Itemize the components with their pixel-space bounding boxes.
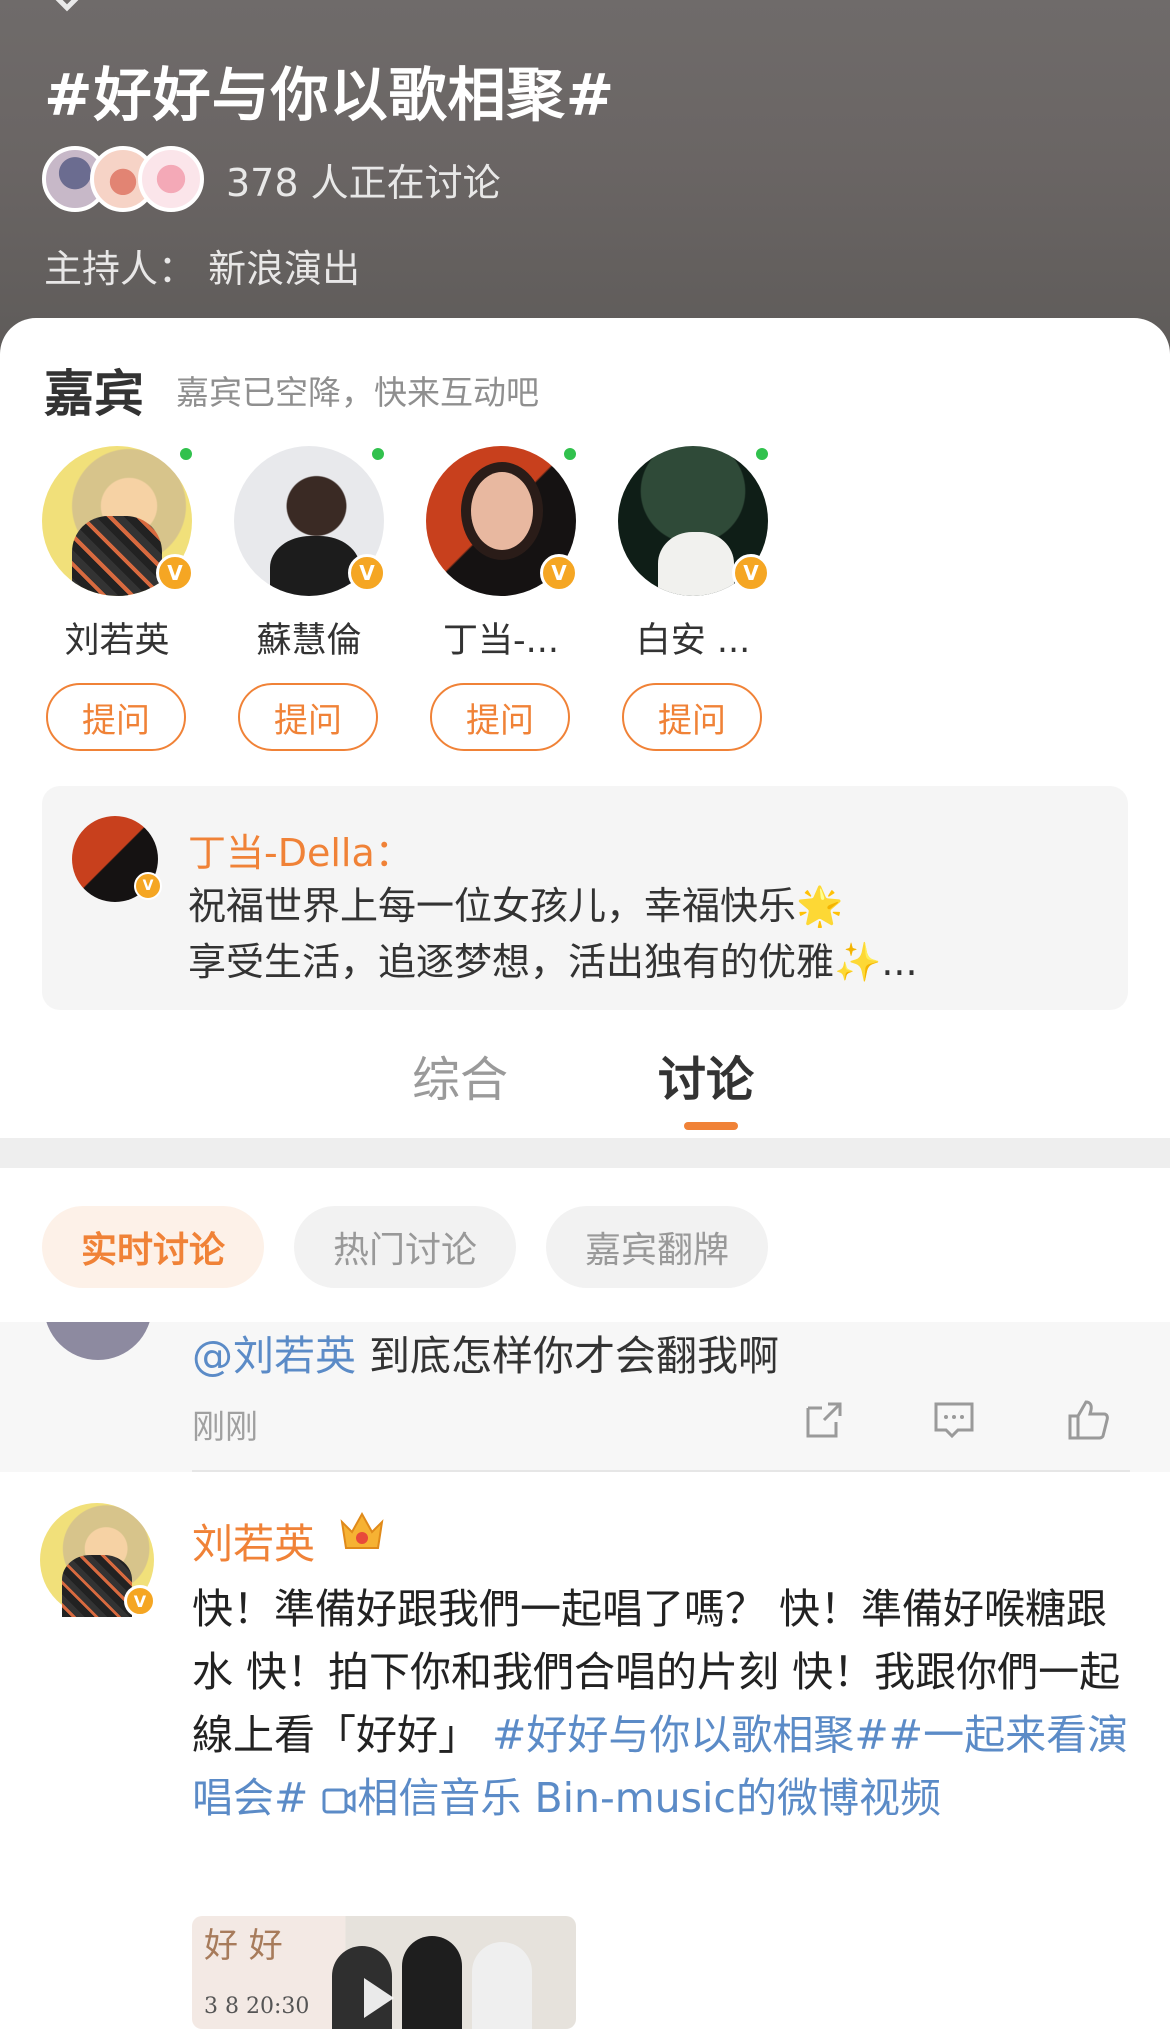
tab-discussion[interactable]: 讨论 [658, 1040, 754, 1110]
ask-button[interactable]: 提问 [46, 683, 186, 751]
guest-ding[interactable]: V 丁当-... [426, 446, 578, 663]
thumbnail-date: 3 8 20:30 [204, 1994, 310, 2019]
verified-icon: V [732, 554, 770, 592]
guest-name: 刘若英 [64, 621, 170, 661]
ask-button[interactable]: 提问 [622, 683, 762, 751]
post-text: 快！準備好跟我們一起唱了嗎？ 快！準備好喉糖跟水 快！拍下你和我們合唱的片刻 快… [192, 1578, 1142, 1830]
crown-icon [340, 1511, 384, 1549]
topic-title: #好好与你以歌相聚# [44, 61, 616, 129]
online-indicator-icon [178, 446, 194, 462]
verified-icon: V [134, 872, 162, 900]
share-icon[interactable] [802, 1398, 846, 1442]
mention-link[interactable]: @刘若英 [192, 1332, 356, 1380]
topic-header: #好好与你以歌相聚# 378 人正在讨论 主持人： 新浪演出 [0, 0, 1170, 360]
thumbnail-title: 好 好 [204, 1926, 283, 1966]
guest-name: 白安 ... [635, 621, 751, 661]
verified-icon: V [540, 554, 578, 592]
online-indicator-icon [562, 446, 578, 462]
post-divider [192, 1470, 1130, 1472]
guest-bai[interactable]: V 白安 ... [618, 446, 770, 663]
guest-name: 蘇慧倫 [256, 621, 362, 661]
guest-su[interactable]: V 蘇慧倫 [234, 446, 386, 663]
message-avatar[interactable]: V [72, 816, 162, 902]
online-indicator-icon [754, 446, 770, 462]
thumbnail-person [402, 1936, 462, 2029]
filter-realtime[interactable]: 实时讨论 [42, 1206, 264, 1288]
discussion-row[interactable]: 378 人正在讨论 [42, 146, 501, 212]
video-icon [322, 1788, 356, 1814]
guest-liu[interactable]: V 刘若英 [42, 446, 194, 663]
filter-guest-reply[interactable]: 嘉宾翻牌 [546, 1206, 768, 1288]
like-icon[interactable] [1066, 1398, 1110, 1442]
message-line: 祝福世界上每一位女孩儿，幸福快乐🌟 [188, 884, 844, 928]
post-text-body: 到底怎样你才会翻我啊 [356, 1332, 780, 1380]
filter-hot[interactable]: 热门讨论 [294, 1206, 516, 1288]
verified-icon: V [156, 554, 194, 592]
post-avatar[interactable] [44, 1322, 152, 1360]
guest-name: 丁当-... [442, 621, 559, 661]
guest-message-box[interactable]: V 丁当-Della： 祝福世界上每一位女孩儿，幸福快乐🌟 享受生活，追逐梦想，… [42, 786, 1128, 1010]
feed-post[interactable]: @刘若英 到底怎样你才会翻我啊 刚刚 [0, 1322, 1170, 1472]
discussion-count: 378 人正在讨论 [226, 160, 501, 205]
comment-icon[interactable] [932, 1398, 976, 1442]
back-arrow-icon[interactable] [48, 0, 86, 12]
online-indicator-icon [370, 446, 386, 462]
tab-overview[interactable]: 综合 [412, 1040, 508, 1110]
active-tab-indicator [684, 1122, 738, 1130]
thumbnail-person [472, 1942, 532, 2029]
post-time: 刚刚 [192, 1407, 258, 1446]
post-text: @刘若英 到底怎样你才会翻我啊 [192, 1322, 779, 1382]
participant-avatar [138, 146, 204, 212]
message-author[interactable]: 丁当-Della： [188, 822, 413, 877]
ask-button[interactable]: 提问 [238, 683, 378, 751]
message-text: 祝福世界上每一位女孩儿，幸福快乐🌟 享受生活，追逐梦想，活出独有的优雅✨... [188, 878, 1088, 990]
video-link[interactable]: 相信音乐 Bin-music的微博视频 [321, 1774, 941, 1822]
verified-icon: V [348, 554, 386, 592]
guests-title: 嘉宾 [44, 365, 144, 423]
guest-card: 嘉宾 嘉宾已空降，快来互动吧 V 刘若英 V 蘇慧倫 V 丁当-... V 白安… [0, 318, 1170, 1138]
verified-icon: V [124, 1585, 156, 1617]
guests-subtitle: 嘉宾已空降，快来互动吧 [176, 373, 539, 412]
play-icon[interactable] [364, 1978, 394, 2018]
post-avatar[interactable]: V [40, 1503, 156, 1617]
video-link-text[interactable]: 相信音乐 Bin-music的微博视频 [357, 1774, 941, 1822]
host-label[interactable]: 主持人： 新浪演出 [44, 238, 360, 293]
message-line: 享受生活，追逐梦想，活出独有的优雅✨... [188, 940, 918, 984]
section-divider [0, 1138, 1170, 1168]
video-thumbnail[interactable]: 好 好 3 8 20:30 [192, 1916, 576, 2029]
ask-button[interactable]: 提问 [430, 683, 570, 751]
post-author[interactable]: 刘若英 [192, 1510, 315, 1570]
